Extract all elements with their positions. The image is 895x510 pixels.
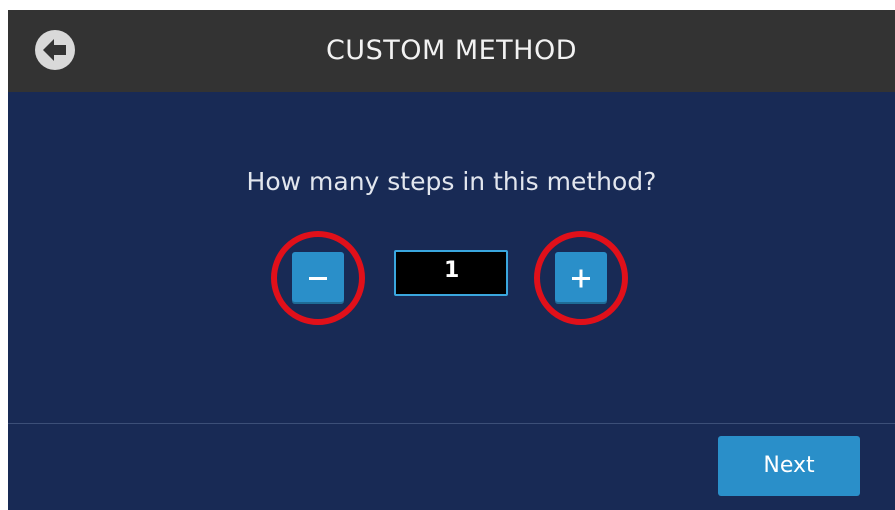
next-button[interactable]: Next <box>718 436 860 496</box>
back-arrow-circle-icon <box>35 30 75 70</box>
increment-steps-button[interactable] <box>555 252 607 304</box>
steps-value-field[interactable]: 1 <box>394 250 508 296</box>
custom-method-screen: CUSTOM METHOD How many steps in this met… <box>8 10 895 510</box>
plus-icon <box>572 269 590 288</box>
footer-divider <box>8 423 895 424</box>
back-button[interactable] <box>34 29 76 71</box>
header-bar: CUSTOM METHOD <box>8 10 895 92</box>
page-title: CUSTOM METHOD <box>325 35 578 66</box>
steps-question: How many steps in this method? <box>246 167 657 196</box>
decrement-steps-button[interactable] <box>292 252 344 304</box>
minus-icon <box>309 277 327 280</box>
